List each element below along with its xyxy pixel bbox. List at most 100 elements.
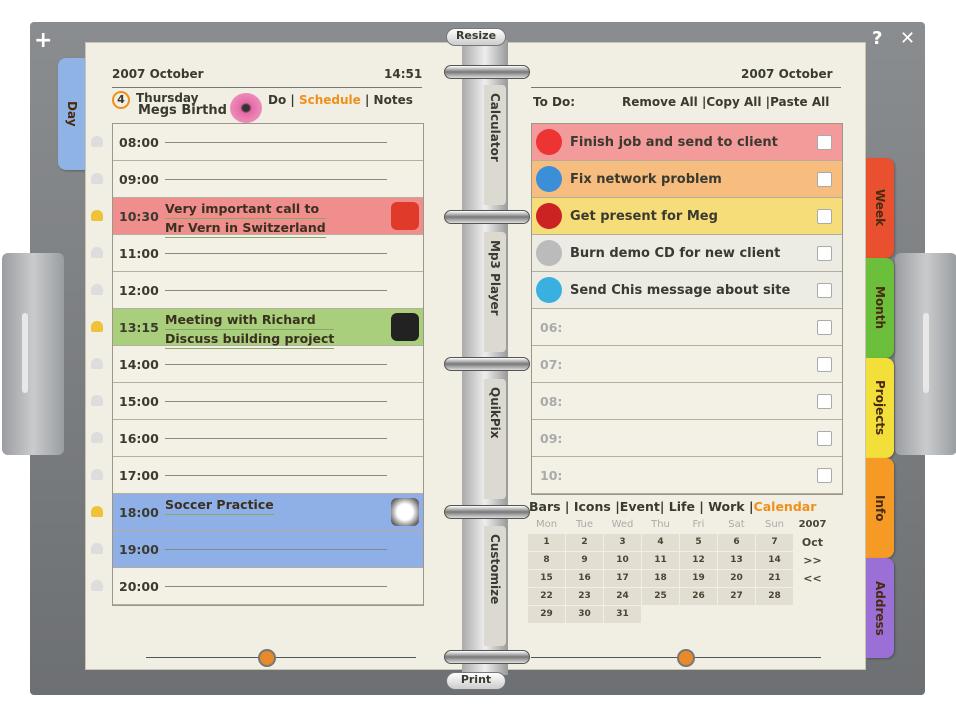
todo-checkbox[interactable] (817, 467, 832, 483)
calendar-day[interactable]: 15 (527, 568, 566, 588)
calendar-day[interactable]: 2 (565, 532, 604, 552)
schedule-row[interactable]: 17:00 (91, 457, 423, 494)
schedule-row[interactable]: 12:00 (91, 272, 423, 309)
schedule-row[interactable]: 11:00 (91, 235, 423, 272)
todo-checkbox[interactable] (817, 134, 832, 150)
tab-info[interactable]: Info (866, 458, 894, 558)
next-month-button[interactable]: >> (793, 550, 832, 570)
todo-item[interactable]: Get present for Meg (532, 198, 842, 235)
tab-event[interactable]: Event (620, 499, 660, 514)
calendar-day[interactable]: 10 (603, 550, 642, 570)
todo-item[interactable]: 07: (532, 346, 842, 383)
calendar-day[interactable]: 26 (679, 586, 718, 606)
todo-checkbox[interactable] (817, 282, 832, 298)
todo-checkbox[interactable] (817, 356, 832, 372)
resize-button[interactable]: Resize (446, 28, 506, 46)
todo-item[interactable]: Burn demo CD for new client (532, 235, 842, 272)
schedule-row[interactable]: 19:00 (91, 531, 423, 568)
calendar-day[interactable]: 24 (603, 586, 642, 606)
calendar-day[interactable]: 29 (527, 604, 566, 624)
tab-customize[interactable]: Customize (484, 526, 506, 646)
calendar-day[interactable]: 22 (527, 586, 566, 606)
calendar-day[interactable]: 17 (603, 568, 642, 588)
calendar-day[interactable]: 21 (755, 568, 794, 588)
alarm-bell-icon[interactable] (91, 432, 103, 443)
calendar-day[interactable]: 16 (565, 568, 604, 588)
alarm-bell-icon[interactable] (91, 321, 103, 332)
calendar-day[interactable]: 8 (527, 550, 566, 570)
calendar-day[interactable]: 5 (679, 532, 718, 552)
calendar-day[interactable]: 11 (641, 550, 680, 570)
tab-work[interactable]: Work (708, 499, 744, 514)
alarm-bell-icon[interactable] (91, 210, 103, 221)
tab-month[interactable]: Month (866, 258, 894, 358)
view-schedule[interactable]: Schedule (299, 93, 361, 107)
schedule-row[interactable]: 08:00 (91, 124, 423, 161)
tab-day[interactable]: Day (58, 58, 86, 170)
calendar-day[interactable]: 14 (755, 550, 794, 570)
todo-item[interactable]: 06: (532, 309, 842, 346)
todo-item[interactable]: Finish job and send to client (532, 124, 842, 161)
print-button[interactable]: Print (446, 672, 506, 690)
todo-checkbox[interactable] (817, 208, 832, 224)
close-button[interactable]: ✕ (900, 28, 915, 49)
calendar-day[interactable]: 19 (679, 568, 718, 588)
todo-checkbox[interactable] (817, 393, 832, 409)
tab-life[interactable]: Life (669, 499, 695, 514)
calendar-day[interactable]: 25 (641, 586, 680, 606)
tab-icons[interactable]: Icons (574, 499, 611, 514)
calendar-day[interactable]: 30 (565, 604, 604, 624)
view-do[interactable]: Do (268, 93, 286, 107)
todo-item[interactable]: Fix network problem (532, 161, 842, 198)
tab-week[interactable]: Week (866, 158, 894, 258)
tab-calendar[interactable]: Calendar (754, 499, 817, 514)
schedule-row[interactable]: 14:00 (91, 346, 423, 383)
bookmark-icon[interactable] (258, 649, 276, 667)
calendar-day[interactable]: 1 (527, 532, 566, 552)
calendar-day[interactable]: 18 (641, 568, 680, 588)
tab-address[interactable]: Address (866, 558, 894, 658)
view-notes[interactable]: Notes (374, 93, 413, 107)
todo-item[interactable]: 09: (532, 420, 842, 457)
todo-item[interactable]: Send Chis message about site (532, 272, 842, 309)
tab-bars[interactable]: Bars (529, 499, 561, 514)
left-handle[interactable] (2, 253, 64, 455)
alarm-bell-icon[interactable] (91, 543, 103, 554)
alarm-bell-icon[interactable] (91, 358, 103, 369)
calendar-day[interactable]: 12 (679, 550, 718, 570)
alarm-bell-icon[interactable] (91, 506, 103, 517)
todo-checkbox[interactable] (817, 430, 832, 446)
schedule-row[interactable]: 20:00 (91, 568, 423, 605)
bookmark-icon[interactable] (677, 649, 695, 667)
calendar-day[interactable]: 3 (603, 532, 642, 552)
event-text[interactable]: Soccer Practice (165, 496, 274, 515)
help-button[interactable]: ? (872, 28, 882, 49)
schedule-row[interactable]: 13:15 Meeting with Richard Discuss buildin… (91, 309, 423, 349)
prev-month-button[interactable]: << (793, 568, 832, 588)
schedule-row[interactable]: 15:00 (91, 383, 423, 420)
calendar-day[interactable]: 23 (565, 586, 604, 606)
alarm-bell-icon[interactable] (91, 469, 103, 480)
calendar-day[interactable]: 28 (755, 586, 794, 606)
calendar-day[interactable]: 4 (641, 532, 680, 552)
todo-checkbox[interactable] (817, 171, 832, 187)
alarm-bell-icon[interactable] (91, 284, 103, 295)
right-handle[interactable] (895, 253, 956, 455)
paste-all-button[interactable]: Paste All (770, 95, 829, 109)
tab-quikpix[interactable]: QuikPix (484, 379, 506, 499)
alarm-bell-icon[interactable] (91, 395, 103, 406)
tab-projects[interactable]: Projects (866, 358, 894, 458)
add-button[interactable]: + (34, 28, 52, 53)
todo-item[interactable]: 08: (532, 383, 842, 420)
tab-calculator[interactable]: Calculator (484, 85, 506, 205)
calendar-day[interactable]: 13 (717, 550, 756, 570)
schedule-row[interactable]: 10:30 Very important call to Mr Vern in Sw… (91, 198, 423, 238)
alarm-bell-icon[interactable] (91, 136, 103, 147)
schedule-row[interactable]: 09:00 (91, 161, 423, 198)
copy-all-button[interactable]: Copy All (706, 95, 761, 109)
alarm-bell-icon[interactable] (91, 173, 103, 184)
event-text[interactable]: Very important call to Mr Vern in Switzer… (165, 200, 326, 238)
todo-checkbox[interactable] (817, 245, 832, 261)
todo-item[interactable]: 10: (532, 457, 842, 494)
tab-mp3-player[interactable]: Mp3 Player (484, 232, 506, 352)
